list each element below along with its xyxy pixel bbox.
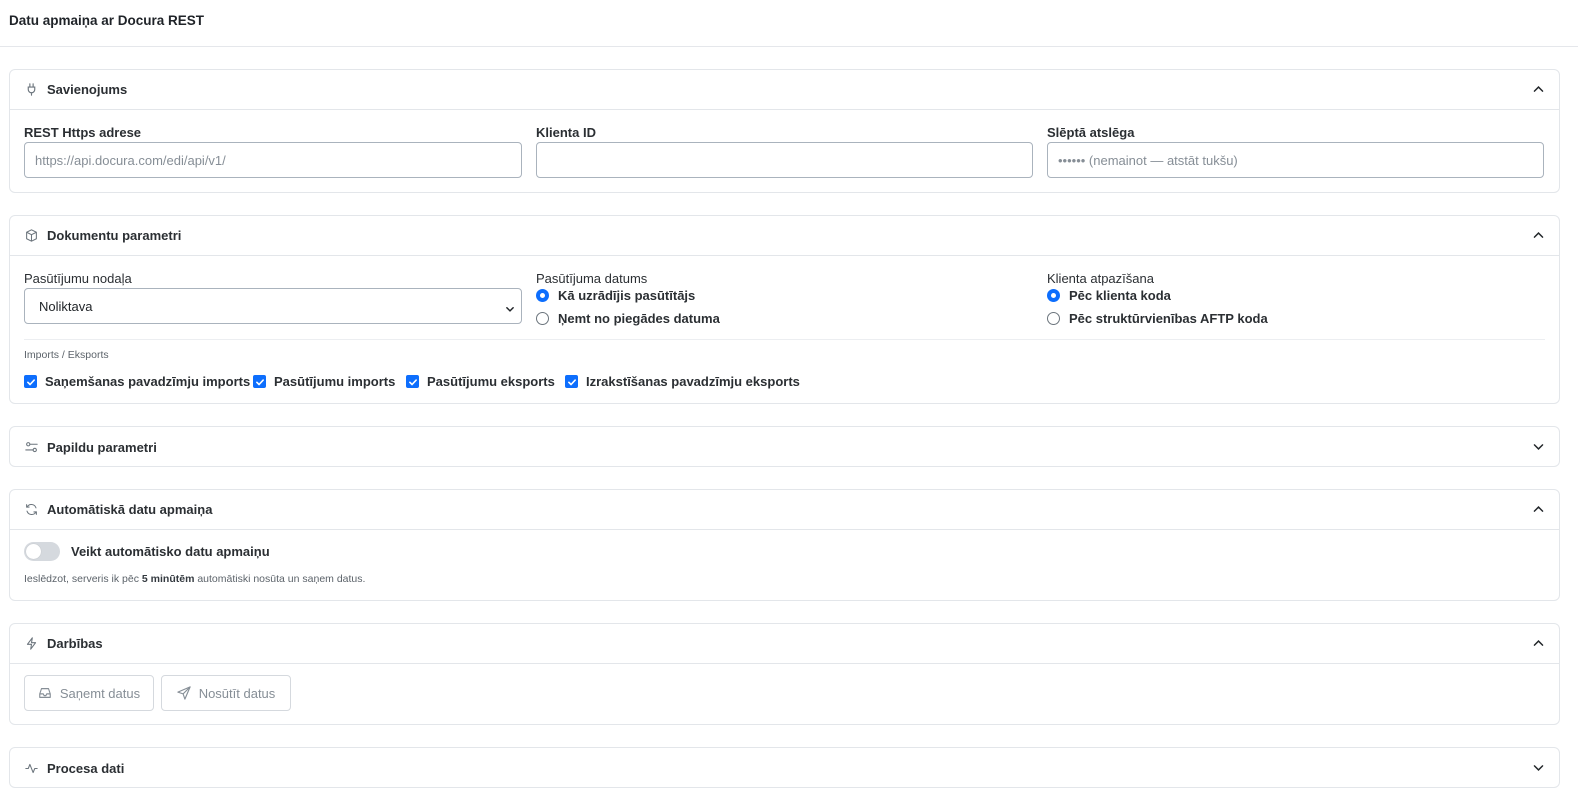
chevron-down-icon[interactable] (1532, 440, 1545, 453)
activity-icon (25, 762, 38, 775)
radio-label: Ņemt no piegādes datuma (558, 311, 720, 326)
checkbox-checked[interactable] (253, 375, 266, 388)
chevron-down-icon (505, 302, 515, 312)
extra-title: Papildu parametri (47, 439, 157, 455)
radio-label: Kā uzrādījis pasūtītājs (558, 288, 696, 303)
client-id-label: Klienta ID (536, 125, 596, 140)
client-id-input[interactable] (536, 142, 1033, 178)
radio-selected[interactable] (1047, 289, 1060, 302)
send-icon (176, 686, 191, 700)
connection-card: Savienojums REST Https adrese Klienta ID… (9, 69, 1560, 193)
checkbox-checked[interactable] (406, 375, 419, 388)
extra-card: Papildu parametri (9, 426, 1560, 467)
connection-header[interactable]: Savienojums (10, 70, 1559, 110)
inbox-icon (38, 686, 52, 700)
auto-header[interactable]: Automātiskā datu apmaiņa (10, 490, 1559, 530)
auto-title: Automātiskā datu apmaiņa (47, 502, 213, 517)
actions-title: Darbības (47, 636, 103, 651)
order-date-option-delivery[interactable]: Ņemt no piegādes datuma (536, 311, 720, 326)
toggle-label: Veikt automātisko datu apmaiņu (71, 544, 270, 559)
checkbox-label: Saņemšanas pavadzīmju imports (45, 374, 251, 389)
secret-label: Slēptā atslēga (1047, 125, 1135, 140)
import-export-label: Imports / Eksports (24, 349, 109, 361)
radio-unselected[interactable] (1047, 312, 1060, 325)
url-label: REST Https adrese (24, 125, 142, 140)
plug-icon (25, 83, 38, 96)
client-mode-option-aftp[interactable]: Pēc struktūrvienības AFTP koda (1047, 311, 1268, 326)
divider (24, 339, 1545, 340)
documents-title: Dokumentu parametri (47, 228, 182, 243)
chevron-down-icon[interactable] (1532, 761, 1545, 774)
checkbox-checked[interactable] (565, 375, 578, 388)
receive-data-button[interactable]: Saņemt datus (24, 675, 154, 711)
actions-card: Darbības Saņemt datus Nosūtīt datus (9, 623, 1560, 725)
process-card: Procesa dati (9, 747, 1560, 788)
checkbox-orders-import[interactable]: Pasūtījumu imports (253, 374, 395, 389)
radio-label: Pēc klienta koda (1069, 288, 1171, 303)
checkbox-label: Pasūtījumu eksports (427, 374, 555, 389)
page-title: Datu apmaiņa ar Docura REST (9, 13, 205, 28)
documents-header[interactable]: Dokumentu parametri (10, 216, 1559, 256)
hint-text: Ieslēdzot, serveris ik pēc (24, 573, 142, 585)
box-icon (25, 229, 38, 242)
checkbox-label: Izrakstīšanas pavadzīmju eksports (586, 374, 800, 389)
order-date-option-customer[interactable]: Kā uzrādījis pasūtītājs (536, 288, 695, 303)
refresh-icon (25, 503, 38, 516)
department-select[interactable]: Noliktava (24, 288, 522, 324)
hint-text: automātiski nosūta un saņem datus. (194, 573, 366, 585)
documents-card: Dokumentu parametri Pasūtījumu nodaļa No… (9, 215, 1560, 404)
chevron-up-icon[interactable] (1532, 637, 1545, 650)
process-title: Procesa dati (47, 760, 125, 776)
auto-card: Automātiskā datu apmaiņa Veikt automātis… (9, 489, 1560, 601)
checkbox-orders-export[interactable]: Pasūtījumu eksports (406, 374, 555, 389)
url-input[interactable] (24, 142, 522, 178)
process-header[interactable]: Procesa dati (10, 748, 1559, 788)
connection-title: Savienojums (47, 82, 128, 97)
send-data-button[interactable]: Nosūtīt datus (161, 675, 291, 711)
order-date-label: Pasūtījuma datums (536, 271, 648, 286)
chevron-up-icon[interactable] (1532, 503, 1545, 516)
chevron-up-icon[interactable] (1532, 83, 1545, 96)
checkbox-checked[interactable] (24, 375, 37, 388)
actions-header[interactable]: Darbības (10, 624, 1559, 664)
sliders-icon (25, 441, 38, 454)
chevron-up-icon[interactable] (1532, 229, 1545, 242)
top-bar: Datu apmaiņa ar Docura REST (0, 0, 1578, 47)
department-value: Noliktava (39, 298, 93, 314)
secret-input[interactable] (1047, 142, 1544, 178)
auto-exchange-toggle[interactable] (24, 542, 60, 561)
button-label: Nosūtīt datus (198, 685, 276, 701)
radio-unselected[interactable] (536, 312, 549, 325)
department-label: Pasūtījumu nodaļa (24, 271, 132, 286)
radio-label: Pēc struktūrvienības AFTP koda (1069, 311, 1268, 326)
checkbox-label: Pasūtījumu imports (274, 374, 396, 389)
checkbox-receiving-import[interactable]: Saņemšanas pavadzīmju imports (24, 374, 250, 389)
hint-bold: 5 minūtēm (141, 573, 195, 585)
client-mode-option-code[interactable]: Pēc klienta koda (1047, 288, 1171, 303)
client-mode-label: Klienta atpazīšana (1047, 271, 1154, 286)
checkbox-invoice-export[interactable]: Izrakstīšanas pavadzīmju eksports (565, 374, 800, 389)
button-label: Saņemt datus (59, 685, 141, 701)
extra-header[interactable]: Papildu parametri (10, 427, 1559, 467)
lightning-icon (25, 637, 38, 650)
radio-selected[interactable] (536, 289, 549, 302)
auto-hint: Ieslēdzot, serveris ik pēc 5 minūtēm aut… (24, 573, 365, 585)
